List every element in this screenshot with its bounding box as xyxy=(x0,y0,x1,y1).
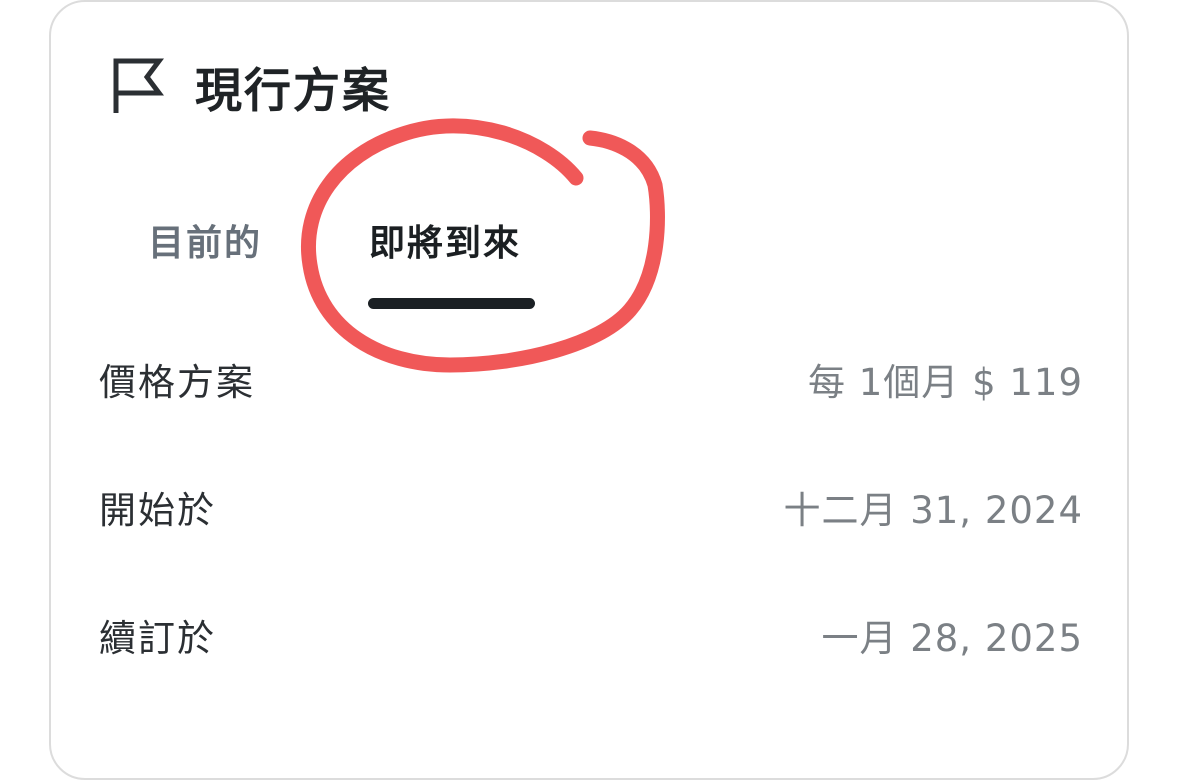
tab-upcoming[interactable]: 即將到來 xyxy=(369,214,521,266)
start-date-value: 十二月 31, 2024 xyxy=(783,489,1083,532)
price-plan-row: 價格方案 每 1個月 $ 119 xyxy=(99,352,1083,406)
active-tab-indicator xyxy=(368,298,535,309)
price-plan-value: 每 1個月 $ 119 xyxy=(808,361,1083,404)
renewal-date-value: 一月 28, 2025 xyxy=(821,617,1083,660)
page-title: 現行方案 xyxy=(195,63,391,119)
flag-icon xyxy=(113,58,164,113)
current-plan-card: 現行方案 目前的 即將到來 價格方案 每 1個月 $ 119 開始於 十二月 3… xyxy=(49,0,1129,780)
renewal-date-label: 續訂於 xyxy=(99,617,216,660)
start-date-label: 開始於 xyxy=(99,489,216,532)
price-plan-label: 價格方案 xyxy=(99,361,255,404)
card-header: 現行方案 xyxy=(111,54,391,119)
tab-current[interactable]: 目前的 xyxy=(148,214,262,266)
start-date-row: 開始於 十二月 31, 2024 xyxy=(99,480,1083,534)
renewal-date-row: 續訂於 一月 28, 2025 xyxy=(99,608,1083,662)
